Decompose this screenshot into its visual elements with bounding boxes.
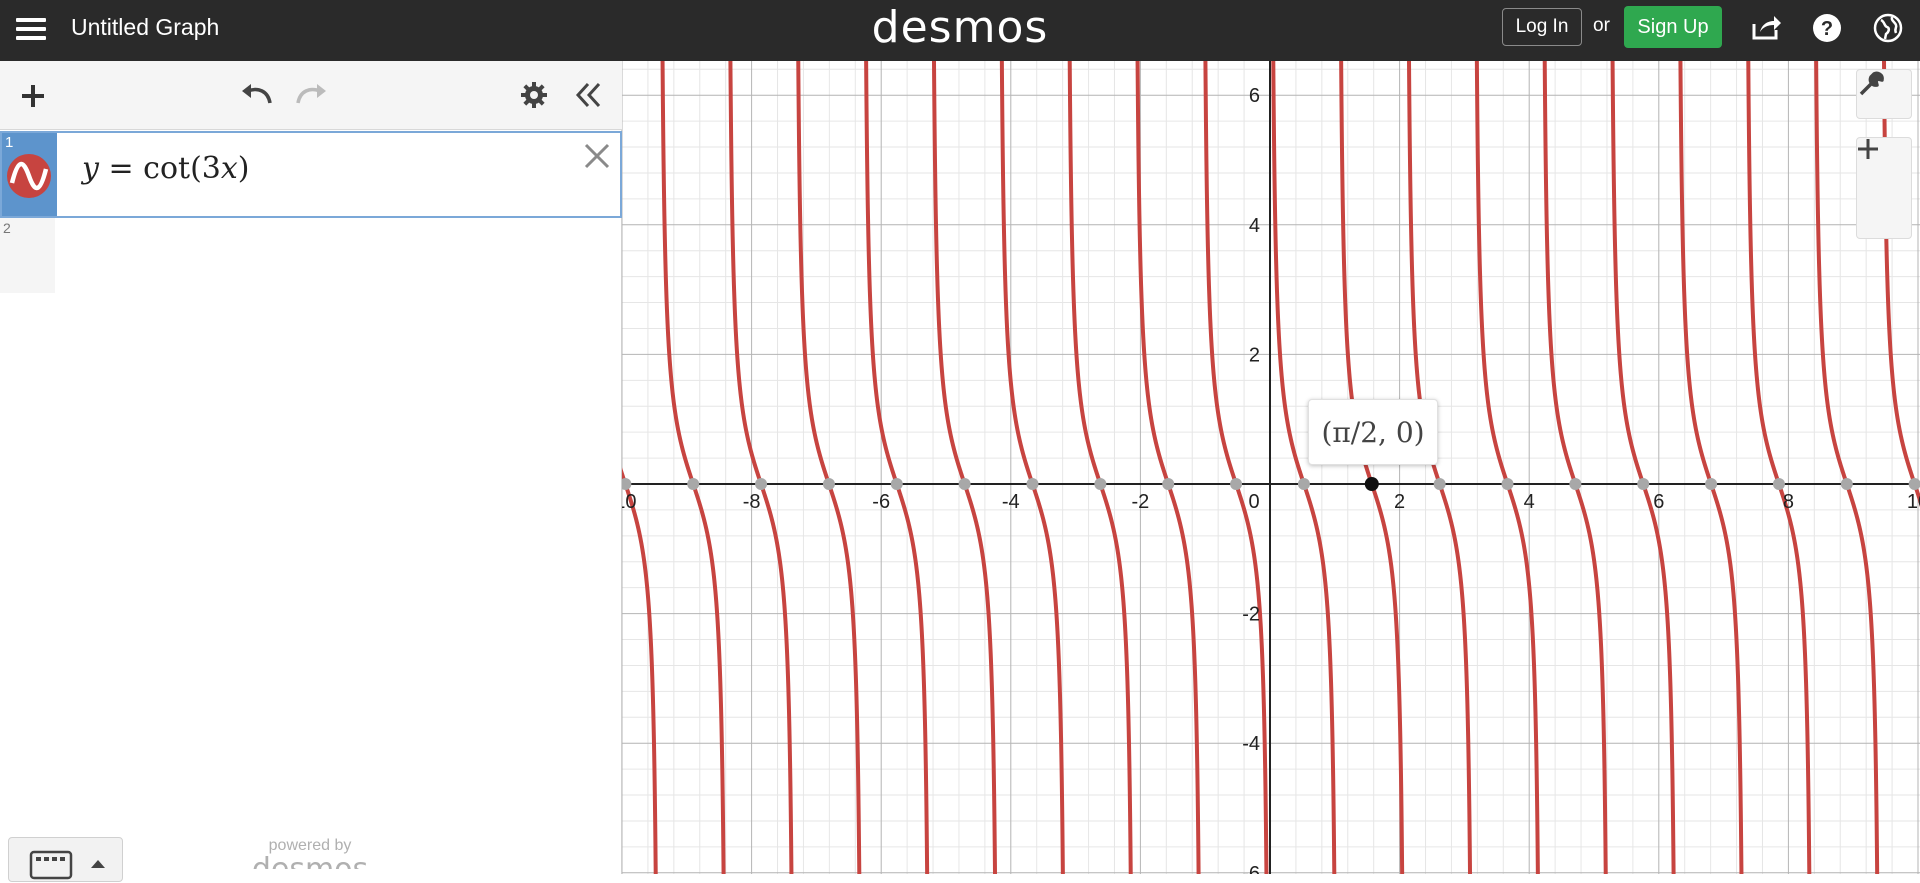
svg-text:?: ? bbox=[1821, 18, 1833, 40]
top-bar: Untitled Graph desmos Log In or Sign Up … bbox=[0, 0, 1920, 61]
point-tooltip: (π/2, 0) bbox=[1308, 399, 1438, 465]
x-tick-label: -6 bbox=[872, 491, 890, 513]
curve-branch bbox=[1542, 61, 1608, 874]
add-expression-icon[interactable] bbox=[20, 83, 46, 109]
expression-item-1[interactable]: 1 y = cot(3x) bbox=[0, 131, 622, 218]
zero-point bbox=[755, 478, 768, 490]
graph-title[interactable]: Untitled Graph bbox=[71, 14, 219, 41]
zero-point bbox=[1772, 478, 1785, 490]
curve-branch bbox=[931, 61, 998, 874]
help-icon[interactable]: ? bbox=[1811, 12, 1843, 44]
sine-wave-icon[interactable] bbox=[6, 153, 52, 199]
x-tick-label: -8 bbox=[743, 491, 761, 513]
settings-gear-icon[interactable] bbox=[520, 81, 548, 109]
curve-branch bbox=[660, 61, 726, 874]
zero-point bbox=[1094, 478, 1107, 490]
curve-branch bbox=[622, 467, 658, 874]
share-icon[interactable] bbox=[1750, 12, 1782, 44]
signup-button[interactable]: Sign Up bbox=[1624, 6, 1722, 48]
graph-canvas[interactable]: -10 -8 -6 -4 -2 0 2 4 6 8 10 6 4 2 -2 -4 -6 (π/2, 0) bbox=[622, 61, 1920, 874]
zero-point bbox=[687, 478, 700, 490]
zero-point bbox=[1162, 478, 1175, 490]
curve-branch bbox=[1067, 61, 1133, 874]
zero-point bbox=[958, 478, 971, 490]
globe-icon[interactable] bbox=[1872, 12, 1904, 44]
graph-settings-wrench-icon[interactable] bbox=[1856, 69, 1912, 119]
x-tick-label: 6 bbox=[1653, 491, 1664, 513]
expression-panel: 1 y = cot(3x) 2 powered by desmos bbox=[0, 61, 622, 882]
expression-item-2[interactable]: 2 bbox=[0, 218, 622, 293]
y-tick-label: 6 bbox=[1249, 85, 1260, 107]
expression-toolbar bbox=[0, 61, 622, 130]
footer-desmos-logo: desmos bbox=[250, 855, 370, 869]
x-tick-label: -10 bbox=[622, 491, 636, 513]
curve-branch bbox=[999, 61, 1065, 874]
highlighted-point bbox=[1364, 477, 1379, 491]
x-tick-label: 2 bbox=[1394, 491, 1405, 513]
undo-icon[interactable] bbox=[240, 83, 272, 109]
x-tick-label: 4 bbox=[1524, 491, 1535, 513]
curve-branch bbox=[728, 61, 794, 874]
y-tick-label: -4 bbox=[1242, 733, 1260, 755]
zero-point bbox=[1840, 478, 1853, 490]
zero-point bbox=[822, 478, 835, 490]
collapse-panel-icon[interactable] bbox=[574, 81, 602, 109]
x-tick-label: 10 bbox=[1907, 491, 1920, 513]
y-tick-label: -6 bbox=[1242, 863, 1260, 874]
curve-branch bbox=[1610, 61, 1676, 874]
y-tick-label: 4 bbox=[1249, 215, 1260, 237]
expression-gutter: 1 bbox=[2, 133, 57, 216]
zero-point bbox=[1433, 478, 1446, 490]
expression-gutter: 2 bbox=[0, 218, 55, 293]
zero-point bbox=[1569, 478, 1582, 490]
or-text: or bbox=[1593, 15, 1610, 36]
curve-branch bbox=[1271, 61, 1337, 874]
curve-branch bbox=[864, 61, 930, 874]
x-tick-label: 8 bbox=[1783, 491, 1794, 513]
curve-branch bbox=[1474, 61, 1540, 874]
x-tick-label: -4 bbox=[1002, 491, 1020, 513]
redo-icon[interactable] bbox=[296, 83, 328, 109]
curve-branch bbox=[1746, 61, 1812, 874]
zero-point bbox=[1501, 478, 1514, 490]
y-tick-label: -2 bbox=[1242, 604, 1260, 626]
zero-point bbox=[622, 478, 632, 490]
zero-point bbox=[1705, 478, 1718, 490]
powered-by-desmos: powered by desmos bbox=[250, 837, 370, 869]
menu-icon[interactable] bbox=[16, 14, 48, 44]
expression-formula[interactable]: y = cot(3x) bbox=[82, 151, 250, 186]
zero-point bbox=[1026, 478, 1039, 490]
expression-number: 2 bbox=[3, 220, 11, 236]
zero-point bbox=[890, 478, 903, 490]
x-tick-label: 0 bbox=[1248, 491, 1259, 513]
y-tick-label: 2 bbox=[1249, 344, 1260, 366]
zero-point bbox=[1297, 478, 1310, 490]
graph-svg[interactable]: -10 -8 -6 -4 -2 0 2 4 6 8 10 6 4 2 -2 -4 -6 bbox=[622, 61, 1920, 874]
zero-point bbox=[1230, 478, 1243, 490]
expression-number: 1 bbox=[5, 134, 14, 151]
zero-point bbox=[1908, 478, 1920, 490]
curve-branch bbox=[1407, 61, 1473, 874]
delete-expression-icon[interactable] bbox=[582, 141, 612, 171]
powered-by-text: powered by bbox=[268, 837, 352, 854]
zero-point bbox=[1637, 478, 1650, 490]
x-tick-label: -2 bbox=[1132, 491, 1150, 513]
login-button[interactable]: Log In bbox=[1502, 8, 1582, 46]
zoom-controls bbox=[1856, 137, 1912, 239]
keyboard-toggle-button[interactable] bbox=[8, 837, 123, 882]
